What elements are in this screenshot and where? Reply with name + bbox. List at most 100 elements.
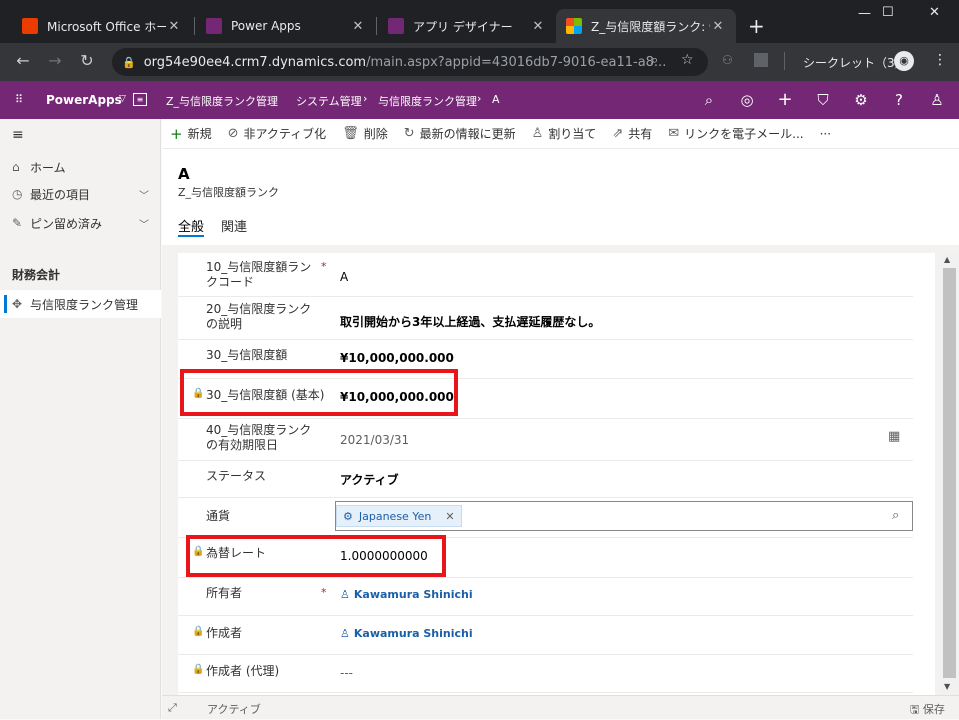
- minimize-button[interactable]: —: [858, 6, 871, 21]
- chevron-down-icon[interactable]: ﹀: [139, 187, 149, 202]
- breadcrumb-entity[interactable]: 与信限度ランク管理: [378, 93, 477, 109]
- app-switch-icon[interactable]: ≡: [133, 93, 147, 106]
- field-label-creator: 作成者: [206, 626, 243, 640]
- powerapps-icon: [206, 18, 222, 34]
- currency-lookup-tag[interactable]: ⚙ Japanese Yen ✕: [336, 505, 462, 527]
- search-icon[interactable]: ⌕: [690, 81, 728, 119]
- assign-button[interactable]: ♙ 割り当て: [532, 125, 597, 142]
- scroll-down-icon[interactable]: ▼: [944, 682, 950, 691]
- status-bar: [162, 695, 959, 719]
- scroll-up-icon[interactable]: ▲: [944, 255, 950, 264]
- assistant-icon[interactable]: ◎: [728, 81, 766, 119]
- incognito-label[interactable]: シークレット（3）: [803, 54, 907, 71]
- field-value-code[interactable]: A: [340, 270, 348, 284]
- field-label-delegate: 作成者 (代理): [206, 664, 280, 678]
- sidebar-item-entity[interactable]: ✥ 与信限度ランク管理: [0, 290, 161, 318]
- owner-name: Kawamura Shinichi: [353, 588, 473, 601]
- share-button[interactable]: ⇗ 共有: [612, 125, 652, 142]
- reload-icon[interactable]: ↻: [76, 50, 98, 72]
- new-button[interactable]: + 新規: [170, 125, 212, 143]
- save-button[interactable]: 🖫 保存: [910, 701, 945, 720]
- user-icon[interactable]: ♙: [918, 81, 956, 119]
- extension-icon[interactable]: [754, 53, 768, 67]
- forward-icon[interactable]: →: [44, 50, 66, 72]
- module-title[interactable]: Z_与信限度ランク管理: [166, 93, 278, 109]
- help-icon[interactable]: ?: [880, 81, 918, 119]
- delete-button[interactable]: 🗑 削除: [342, 125, 388, 142]
- refresh-button[interactable]: ↻ 最新の情報に更新: [404, 125, 516, 142]
- scrollbar-thumb[interactable]: [943, 268, 956, 678]
- deactivate-button[interactable]: ⊘ 非アクティブ化: [228, 125, 327, 142]
- close-icon[interactable]: ✕: [710, 19, 726, 34]
- trash-icon: 🗑: [342, 126, 359, 141]
- maximize-button[interactable]: ☐: [882, 5, 894, 20]
- field-value-description[interactable]: 取引開始から3年以上経過、支払遅延履歴なし。: [340, 313, 600, 330]
- chevron-right-icon: ›: [477, 92, 482, 105]
- chevron-down-icon[interactable]: ▽: [119, 94, 126, 104]
- breadcrumb-area[interactable]: システム管理: [296, 93, 362, 109]
- gear-icon[interactable]: ⚙: [842, 81, 880, 119]
- add-icon[interactable]: +: [766, 81, 804, 119]
- sidebar-item-home[interactable]: ⌂ ホーム: [0, 153, 161, 181]
- browser-menu-icon[interactable]: ⋮: [933, 52, 947, 68]
- tab-related[interactable]: 関連: [221, 216, 247, 235]
- creator-link[interactable]: ♙ Kawamura Shinichi: [340, 627, 473, 640]
- new-tab-button[interactable]: +: [748, 14, 765, 38]
- extension-icon[interactable]: ⚇: [722, 53, 733, 67]
- email-link-button[interactable]: ✉ リンクを電子メール...: [668, 125, 803, 142]
- expand-icon[interactable]: ⤢: [168, 701, 177, 715]
- close-icon[interactable]: ✕: [530, 19, 546, 34]
- selected-indicator: [4, 295, 7, 313]
- browser-tab[interactable]: アプリ デザイナー ✕: [378, 9, 556, 43]
- owner-link[interactable]: ♙ Kawamura Shinichi: [340, 588, 473, 601]
- url-host: org54e90ee4.crm7.dynamics.com: [143, 54, 367, 70]
- plus-icon: +: [170, 124, 183, 143]
- field-value-limit[interactable]: ¥10,000,000.000: [340, 351, 454, 365]
- close-icon[interactable]: ✕: [350, 19, 366, 34]
- button-label: 共有: [628, 127, 653, 141]
- calendar-icon[interactable]: ▦: [888, 429, 900, 444]
- chevron-down-icon[interactable]: ﹀: [139, 216, 149, 231]
- save-icon: 🖫: [910, 703, 920, 716]
- office-icon: [22, 18, 38, 34]
- button-label: 最新の情報に更新: [419, 127, 516, 141]
- tab-title: Power Apps: [231, 19, 301, 33]
- browser-tab[interactable]: Microsoft Office ホーム ✕: [12, 9, 192, 43]
- lock-icon: 🔒: [122, 55, 136, 69]
- field-value-status[interactable]: アクティブ: [340, 471, 399, 488]
- incognito-icon[interactable]: ◉: [894, 51, 914, 71]
- browser-tab[interactable]: Power Apps ✕: [196, 9, 376, 43]
- person-icon: ♙: [340, 627, 350, 640]
- window-close-button[interactable]: ✕: [929, 5, 940, 20]
- app-launcher-icon[interactable]: ⠿: [0, 81, 38, 119]
- star-icon[interactable]: ☆: [681, 52, 694, 68]
- tab-general[interactable]: 全般: [178, 216, 204, 235]
- field-value-expiry[interactable]: 2021/03/31: [340, 433, 409, 447]
- sidebar-item-pinned[interactable]: ✎ ピン留め済み ﹀: [0, 209, 161, 237]
- highlight-box: [186, 535, 446, 577]
- powerapps-icon: [388, 18, 404, 34]
- app-name[interactable]: PowerApps: [46, 81, 122, 119]
- save-label: 保存: [922, 703, 945, 716]
- search-icon[interactable]: ⌕: [651, 53, 658, 68]
- sidebar-item-label: 与信限度ランク管理: [30, 297, 139, 312]
- currency-tag-label: Japanese Yen: [358, 509, 432, 523]
- close-icon[interactable]: ✕: [166, 19, 182, 34]
- active-tab-underline: [178, 235, 204, 237]
- more-commands-button[interactable]: ···: [820, 127, 831, 141]
- url-bar[interactable]: 🔒 org54e90ee4.crm7.dynamics.com /main.as…: [112, 48, 708, 76]
- sidebar-item-recent[interactable]: ◷ 最近の項目 ﹀: [0, 180, 161, 208]
- button-label: リンクを電子メール...: [684, 127, 804, 141]
- button-label: 非アクティブ化: [243, 127, 327, 141]
- field-label-currency: 通貨: [206, 509, 231, 523]
- button-label: 新規: [187, 127, 212, 141]
- filter-icon[interactable]: ⛉: [804, 81, 842, 119]
- hamburger-icon[interactable]: ≡: [12, 127, 24, 143]
- browser-tab-active[interactable]: Z_与信限度額ランク: 情 ✕: [556, 9, 736, 43]
- back-icon[interactable]: ←: [12, 50, 34, 72]
- field-label-status: ステータス: [206, 469, 267, 483]
- person-icon: ♙: [531, 126, 544, 141]
- form-section: 10_与信限度額ランクコード * A 20_与信限度ランクの説明 取引開始から3…: [178, 253, 935, 695]
- remove-icon[interactable]: ✕: [445, 510, 454, 523]
- search-icon[interactable]: ⌕: [892, 508, 899, 523]
